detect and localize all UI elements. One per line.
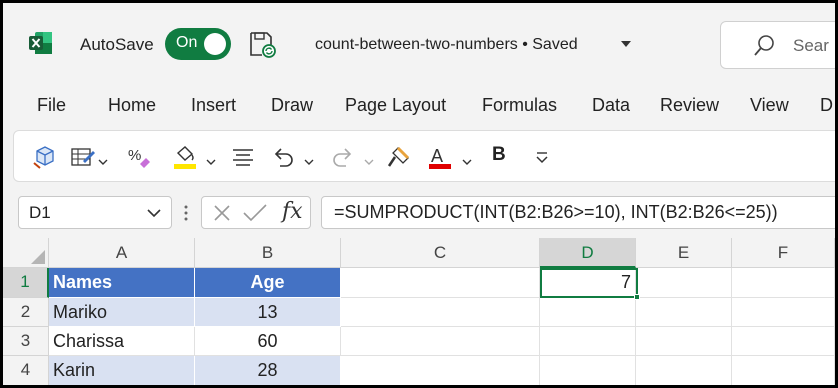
search-placeholder: Sear bbox=[793, 36, 829, 55]
name-box[interactable]: D1 bbox=[18, 196, 172, 229]
chevron-down-icon[interactable] bbox=[147, 209, 161, 218]
save-icon[interactable] bbox=[248, 30, 276, 58]
excel-logo-icon bbox=[29, 32, 52, 54]
menu-file[interactable]: File bbox=[37, 95, 66, 116]
cell-f4[interactable] bbox=[732, 356, 835, 385]
caret-down-icon[interactable] bbox=[620, 39, 632, 49]
fill-color-icon[interactable] bbox=[172, 145, 198, 169]
menu-insert[interactable]: Insert bbox=[191, 95, 236, 116]
fill-handle[interactable] bbox=[634, 294, 640, 300]
row-header-4[interactable]: 4 bbox=[3, 356, 49, 385]
worksheet-grid: A B C D E F 1 2 3 4 Names Age 7 Mariko 1… bbox=[3, 238, 835, 385]
cell-a1[interactable]: Names bbox=[49, 268, 195, 298]
chevron-down-icon[interactable] bbox=[304, 153, 314, 165]
redo-icon[interactable] bbox=[330, 145, 356, 169]
percent-clear-icon[interactable]: % bbox=[126, 145, 152, 169]
title-bar: AutoSave On count-between-two-numbers • … bbox=[3, 3, 835, 83]
formula-input[interactable]: =SUMPRODUCT(INT(B2:B26>=10), INT(B2:B26<… bbox=[321, 196, 835, 229]
active-cell-border bbox=[540, 268, 638, 298]
cell-f1[interactable] bbox=[732, 268, 835, 298]
column-header-c[interactable]: C bbox=[341, 238, 540, 268]
menu-data[interactable]: Data bbox=[592, 95, 630, 116]
ribbon-toolbar: % A B bbox=[13, 130, 835, 182]
excel-window: AutoSave On count-between-two-numbers • … bbox=[3, 3, 835, 385]
search-box[interactable]: Sear bbox=[720, 21, 835, 69]
cell-b3[interactable]: 60 bbox=[195, 327, 341, 356]
formula-tools: fx bbox=[201, 196, 311, 229]
formula-bar: D1 fx =SUMPRODUCT(INT(B2:B26>=10), INT(B… bbox=[3, 186, 835, 236]
menu-overflow[interactable]: D bbox=[820, 95, 833, 116]
column-header-f[interactable]: F bbox=[732, 238, 835, 268]
cell-d4[interactable] bbox=[540, 356, 636, 385]
name-box-value: D1 bbox=[29, 203, 51, 222]
chevron-down-icon[interactable] bbox=[206, 153, 216, 165]
cell-e4[interactable] bbox=[636, 356, 732, 385]
font-color-icon[interactable]: A bbox=[428, 145, 454, 169]
formula-text: =SUMPRODUCT(INT(B2:B26>=10), INT(B2:B26<… bbox=[334, 202, 778, 222]
cell-c3[interactable] bbox=[341, 327, 540, 356]
form-table-icon[interactable] bbox=[70, 145, 96, 169]
column-header-a[interactable]: A bbox=[49, 238, 195, 268]
undo-icon[interactable] bbox=[270, 145, 296, 169]
menu-home[interactable]: Home bbox=[108, 95, 156, 116]
select-all-button[interactable] bbox=[3, 238, 49, 268]
enter-check-icon[interactable] bbox=[242, 203, 268, 223]
insert-function-button[interactable]: fx bbox=[282, 199, 303, 224]
document-title[interactable]: count-between-two-numbers • Saved bbox=[315, 36, 578, 54]
cell-e1[interactable] bbox=[636, 268, 732, 298]
cancel-icon[interactable] bbox=[212, 203, 232, 223]
cell-a3[interactable]: Charissa bbox=[49, 327, 195, 356]
search-icon bbox=[754, 35, 774, 56]
more-dots-icon[interactable] bbox=[183, 204, 189, 222]
select-all-triangle-icon bbox=[31, 250, 45, 264]
cell-c2[interactable] bbox=[341, 298, 540, 327]
cell-b2[interactable]: 13 bbox=[195, 298, 341, 327]
format-painter-icon[interactable] bbox=[386, 145, 412, 169]
column-header-e[interactable]: E bbox=[636, 238, 732, 268]
cell-a4[interactable]: Karin bbox=[49, 356, 195, 385]
menu-draw[interactable]: Draw bbox=[271, 95, 313, 116]
row-header-2[interactable]: 2 bbox=[3, 298, 49, 327]
align-icon[interactable] bbox=[230, 145, 256, 169]
svg-text:%: % bbox=[128, 147, 141, 164]
svg-text:A: A bbox=[431, 146, 443, 166]
cell-a2[interactable]: Mariko bbox=[49, 298, 195, 327]
chevron-down-icon[interactable] bbox=[98, 153, 108, 165]
cell-e2[interactable] bbox=[636, 298, 732, 327]
chevron-down-icon[interactable] bbox=[462, 153, 472, 165]
chevron-down-icon[interactable] bbox=[364, 153, 374, 165]
column-header-d[interactable]: D bbox=[540, 238, 636, 268]
menu-view[interactable]: View bbox=[750, 95, 789, 116]
row-header-1[interactable]: 1 bbox=[3, 268, 49, 298]
column-header-b[interactable]: B bbox=[195, 238, 341, 268]
cell-f2[interactable] bbox=[732, 298, 835, 327]
menu-page-layout[interactable]: Page Layout bbox=[345, 95, 446, 116]
bold-button[interactable]: B bbox=[492, 144, 506, 166]
autosave-toggle[interactable]: On bbox=[165, 28, 231, 60]
cell-b1[interactable]: Age bbox=[195, 268, 341, 298]
format-3d-icon[interactable] bbox=[32, 145, 58, 169]
menu-bar: File Home Insert Draw Page Layout Formul… bbox=[3, 83, 835, 127]
cell-b4[interactable]: 28 bbox=[195, 356, 341, 385]
toggle-knob bbox=[204, 33, 226, 55]
cell-c1[interactable] bbox=[341, 268, 540, 298]
menu-formulas[interactable]: Formulas bbox=[482, 95, 557, 116]
cell-e3[interactable] bbox=[636, 327, 732, 356]
autosave-label: AutoSave bbox=[80, 35, 154, 54]
cell-f3[interactable] bbox=[732, 327, 835, 356]
menu-review[interactable]: Review bbox=[660, 95, 719, 116]
cell-d3[interactable] bbox=[540, 327, 636, 356]
autosave-state: On bbox=[176, 34, 198, 51]
cell-c4[interactable] bbox=[341, 356, 540, 385]
cell-d2[interactable] bbox=[540, 298, 636, 327]
more-commands-icon[interactable] bbox=[534, 145, 550, 169]
row-header-3[interactable]: 3 bbox=[3, 327, 49, 356]
